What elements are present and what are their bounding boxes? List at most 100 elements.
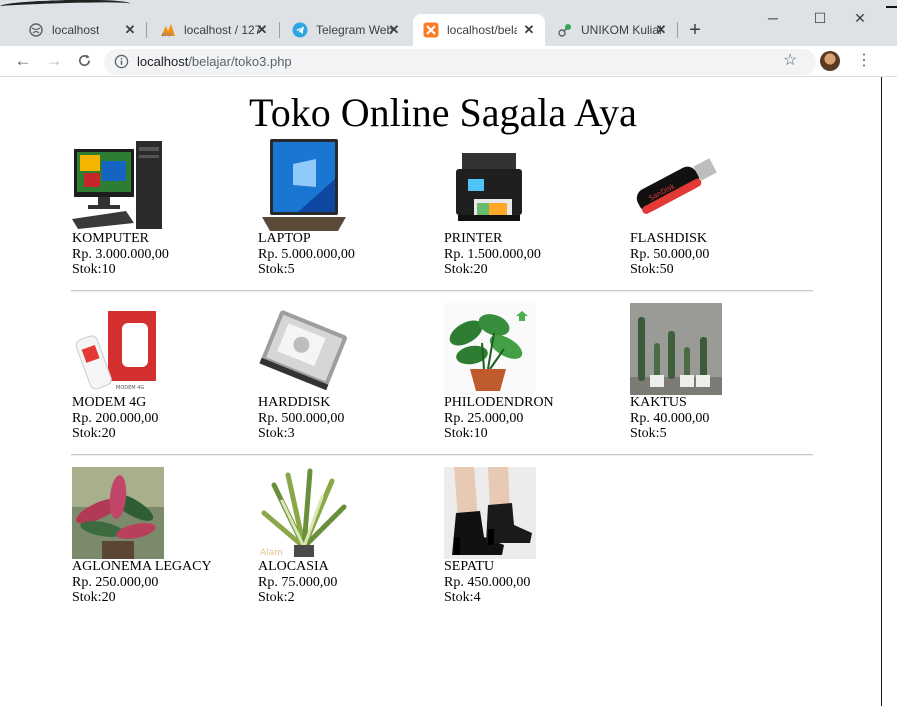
- telegram-icon: [292, 22, 308, 38]
- laptop-image: [258, 139, 350, 231]
- browser-toolbar: ← → localhost/belajar/toko3.php ☆ ⋮: [0, 46, 897, 77]
- product-card: Alam ALOCASIA Rp. 75.000,00 2: [258, 467, 438, 606]
- tab-separator: [677, 22, 678, 38]
- url-host: localhost: [137, 54, 189, 69]
- close-icon[interactable]: ✕: [122, 22, 138, 38]
- product-stock: 50: [630, 262, 810, 278]
- product-price: Rp. 450.000,00: [444, 574, 531, 590]
- tab-telegram[interactable]: Telegram Web ✕: [282, 14, 410, 46]
- close-window-button[interactable]: ✕: [848, 8, 872, 28]
- product-name: FLASHDISK: [630, 231, 708, 246]
- url-path: /belajar/toko3.php: [188, 54, 292, 69]
- shoes-image: [444, 467, 536, 559]
- product-stock: 3: [258, 426, 438, 442]
- close-icon[interactable]: ✕: [386, 22, 402, 38]
- product-card: AGLONEMA LEGACY Rp. 250.000,00 20: [72, 467, 252, 606]
- product-stock: 20: [72, 590, 252, 606]
- close-icon[interactable]: ✕: [521, 22, 537, 38]
- globe-icon: [28, 22, 44, 38]
- product-price: Rp. 25.000,00: [444, 410, 524, 426]
- cactus-image: [630, 303, 722, 395]
- page-content: Toko Online Sagala Aya KOMPUTER Rp. 3.00…: [0, 77, 882, 706]
- bookmark-star-icon[interactable]: ☆: [783, 50, 797, 70]
- tab-separator: [279, 22, 280, 38]
- product-stock: 10: [444, 426, 624, 442]
- product-card: LAPTOP Rp. 5.000.000,00 5: [258, 139, 438, 278]
- close-icon[interactable]: ✕: [254, 22, 270, 38]
- address-bar[interactable]: localhost/belajar/toko3.php: [104, 49, 816, 75]
- window-edge-decoration: [0, 0, 131, 13]
- product-stock: 5: [630, 426, 810, 442]
- product-card: SEPATU Rp. 450.000,00 4: [444, 467, 624, 606]
- window-top-edge: [0, 0, 897, 13]
- flashdisk-image: SanDisk: [630, 139, 722, 231]
- product-card: HARDDISK Rp. 500.000,00 3: [258, 303, 438, 442]
- tab-title: localhost / 127.: [184, 23, 262, 37]
- product-card: SanDisk FLASHDISK Rp. 50.000,00 50: [630, 139, 810, 278]
- tab-title: UNIKOM Kuliah: [581, 23, 663, 37]
- svg-text:Alam: Alam: [260, 548, 283, 558]
- row-divider: [71, 290, 813, 292]
- maximize-button[interactable]: ☐: [808, 8, 832, 28]
- product-card: MODEM 4G MODEM 4G Rp. 200.000,00 20: [72, 303, 252, 442]
- reload-button[interactable]: [73, 50, 95, 72]
- product-name: SEPATU: [444, 559, 495, 574]
- product-price: Rp. 50.000,00: [630, 246, 710, 262]
- minimize-button[interactable]: ─: [761, 8, 785, 28]
- product-stock: 2: [258, 590, 438, 606]
- svg-text:php: php: [162, 32, 172, 37]
- tab-title: localhost: [52, 23, 100, 37]
- product-name: KOMPUTER: [72, 231, 150, 246]
- tab-unikom[interactable]: UNIKOM Kuliah ✕: [547, 14, 677, 46]
- tab-localhost[interactable]: localhost ✕: [18, 14, 146, 46]
- modem-image: MODEM 4G: [72, 303, 164, 395]
- product-name: HARDDISK: [258, 395, 331, 410]
- tab-title: Telegram Web: [316, 23, 394, 37]
- product-name: MODEM 4G: [72, 395, 147, 410]
- harddisk-image: [258, 303, 350, 395]
- tab-separator: [146, 22, 147, 38]
- product-price: Rp. 75.000,00: [258, 574, 338, 590]
- product-price: Rp. 1.500.000,00: [444, 246, 541, 262]
- window-edge-line: [886, 6, 897, 8]
- product-name: AGLONEMA LEGACY: [72, 559, 212, 574]
- product-card: PHILODENDRON Rp. 25.000,00 10: [444, 303, 624, 442]
- profile-avatar[interactable]: [820, 51, 840, 71]
- back-button[interactable]: ←: [12, 50, 34, 72]
- info-icon[interactable]: [114, 54, 129, 69]
- tab-strip: localhost ✕ php localhost / 127. ✕ Teleg…: [0, 0, 897, 46]
- url-text: localhost/belajar/toko3.php: [137, 54, 292, 69]
- new-tab-button[interactable]: +: [683, 19, 707, 43]
- product-stock: 20: [72, 426, 252, 442]
- link-icon: [557, 22, 573, 38]
- product-stock: 20: [444, 262, 624, 278]
- computer-image: [72, 139, 164, 231]
- product-name: KAKTUS: [630, 395, 687, 410]
- row-divider: [71, 454, 813, 456]
- product-name: ALOCASIA: [258, 559, 329, 574]
- product-card: KOMPUTER Rp. 3.000.000,00 10: [72, 139, 252, 278]
- phpmyadmin-icon: php: [160, 22, 176, 38]
- product-name: PHILODENDRON: [444, 395, 554, 410]
- product-price: Rp. 200.000,00: [72, 410, 159, 426]
- product-stock: 4: [444, 590, 624, 606]
- tab-phpmyadmin[interactable]: php localhost / 127. ✕: [150, 14, 278, 46]
- product-price: Rp. 500.000,00: [258, 410, 345, 426]
- product-card: PRINTER Rp. 1.500.000,00 20: [444, 139, 624, 278]
- product-name: PRINTER: [444, 231, 503, 246]
- product-stock: 5: [258, 262, 438, 278]
- product-price: Rp. 5.000.000,00: [258, 246, 355, 262]
- product-name: LAPTOP: [258, 231, 311, 246]
- aglonema-image: [72, 467, 164, 559]
- printer-image: [444, 139, 536, 231]
- forward-button[interactable]: →: [43, 50, 65, 72]
- menu-kebab-icon[interactable]: ⋮: [856, 50, 872, 70]
- product-card: KAKTUS Rp. 40.000,00 5: [630, 303, 810, 442]
- xampp-icon: [423, 22, 439, 38]
- tab-localhost-belajar[interactable]: localhost/belaj ✕: [413, 14, 545, 46]
- close-icon[interactable]: ✕: [653, 22, 669, 38]
- page-title: Toko Online Sagala Aya: [249, 90, 637, 135]
- philodendron-image: [444, 303, 536, 395]
- product-price: Rp. 250.000,00: [72, 574, 159, 590]
- alocasia-image: Alam: [258, 467, 350, 559]
